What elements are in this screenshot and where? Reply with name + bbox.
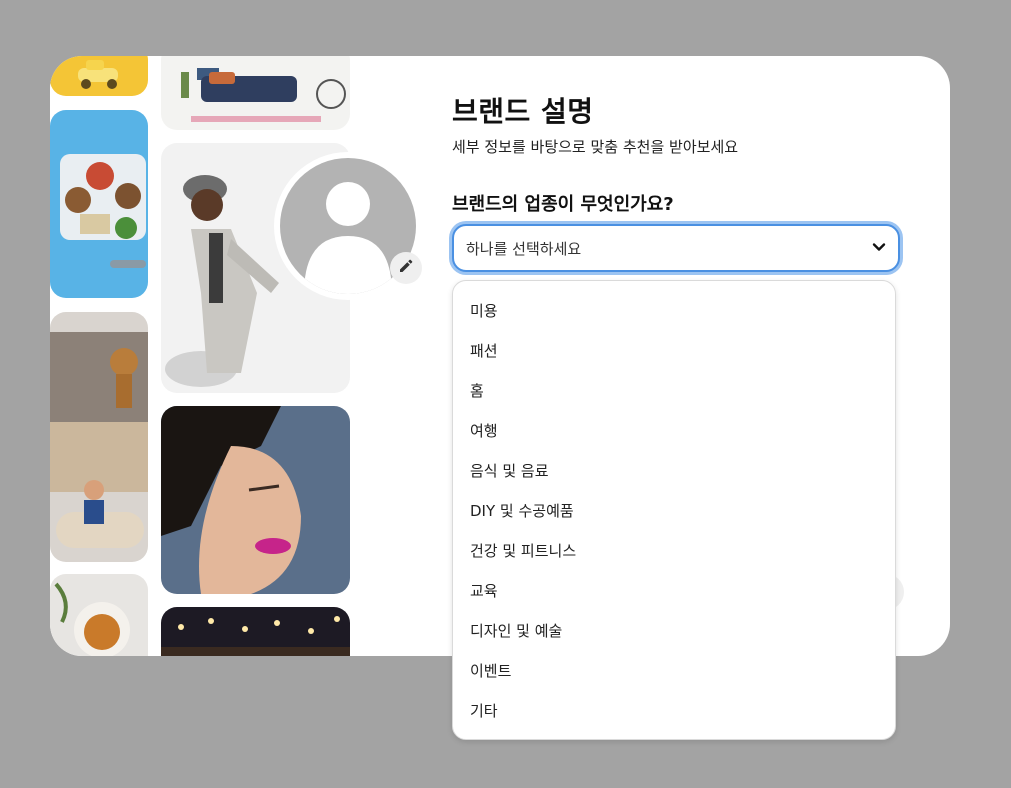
industry-option-events[interactable]: 이벤트 bbox=[453, 651, 895, 691]
industry-question-label: 브랜드의 업종이 무엇인가요? bbox=[452, 194, 674, 215]
page-title: 브랜드 설명 bbox=[452, 95, 594, 128]
industry-option-design-art[interactable]: 디자인 및 예술 bbox=[453, 611, 895, 651]
industry-option-fashion[interactable]: 패션 bbox=[453, 331, 895, 371]
collage-image-kids-room bbox=[50, 312, 148, 562]
pencil-icon bbox=[398, 258, 414, 278]
industry-dropdown-menu: 미용 패션 홈 여행 음식 및 음료 DIY 및 수공예품 건강 및 피트니스 … bbox=[452, 280, 896, 740]
industry-option-health-fitness[interactable]: 건강 및 피트니스 bbox=[453, 531, 895, 571]
industry-option-other[interactable]: 기타 bbox=[453, 691, 895, 731]
chevron-down-icon bbox=[872, 239, 886, 258]
industry-select-value: 하나를 선택하세요 bbox=[466, 239, 582, 258]
collage-image-snack-bowl bbox=[50, 574, 148, 656]
industry-option-home[interactable]: 홈 bbox=[453, 371, 895, 411]
collage-image-living-room bbox=[161, 56, 350, 130]
industry-option-education[interactable]: 교육 bbox=[453, 571, 895, 611]
page-subtitle: 세부 정보를 바탕으로 맞춤 추천을 받아보세요 bbox=[452, 138, 739, 156]
collage-image-toy-car bbox=[50, 56, 148, 96]
edit-avatar-button[interactable] bbox=[390, 252, 422, 284]
industry-option-beauty[interactable]: 미용 bbox=[453, 291, 895, 331]
collage-image-food-tray bbox=[50, 110, 148, 298]
industry-option-food-drink[interactable]: 음식 및 음료 bbox=[453, 451, 895, 491]
collage-image-portrait bbox=[161, 406, 350, 594]
industry-option-diy-crafts[interactable]: DIY 및 수공예품 bbox=[453, 491, 895, 531]
collage-image-night-street bbox=[161, 607, 350, 656]
industry-option-travel[interactable]: 여행 bbox=[453, 411, 895, 451]
industry-select[interactable]: 하나를 선택하세요 bbox=[452, 224, 900, 272]
